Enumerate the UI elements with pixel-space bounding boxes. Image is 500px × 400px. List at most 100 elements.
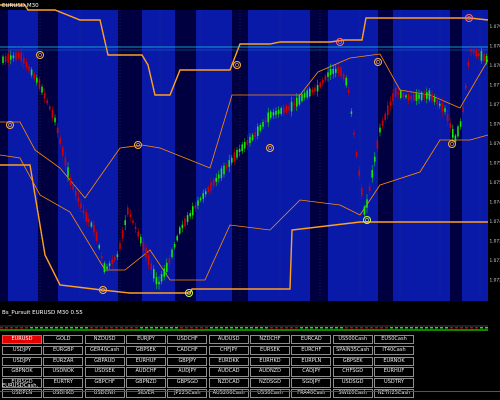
symbol-button-eurtry[interactable]: EURTRY (43, 378, 84, 388)
symbol-button-eursek[interactable]: EURSEK (250, 345, 290, 356)
symbol-button-sgdjpy[interactable]: SGDJPY (291, 378, 332, 388)
strip-dash (350, 327, 353, 329)
symbol-button-audjpy[interactable]: AUDJPY (167, 367, 208, 377)
symbol-button-eu50cash[interactable]: EU50Cash (374, 335, 414, 345)
strip-dash (465, 327, 468, 329)
symbol-button-nzdchf[interactable]: NZDCHF (250, 335, 290, 345)
symbol-button-eurdkk[interactable]: EURDKK (208, 356, 249, 366)
symbol-button-nzdsgd[interactable]: NZDSGD (250, 378, 290, 388)
symbol-button-eurnok[interactable]: EURNOK (374, 356, 414, 366)
symbol-button-usdjpy[interactable]: USDJPY (2, 356, 42, 366)
symbol-button-eurcad[interactable]: EURCAD (291, 335, 332, 345)
candle-body (119, 243, 121, 249)
symbol-button-eurhuf[interactable]: EURHUF (126, 356, 166, 366)
candle-body (186, 215, 189, 222)
strip-dash (245, 327, 248, 329)
candle-body (428, 90, 431, 100)
symbol-button-audusd[interactable]: AUDUSD (208, 335, 249, 345)
candle-body (7, 53, 9, 63)
candle-body (246, 140, 249, 146)
candle-body (426, 92, 428, 99)
symbol-button-eurusd[interactable]: EURUSD (2, 335, 42, 345)
candle-body (262, 121, 264, 127)
price-label: 1.0740 (490, 219, 500, 225)
strip-dash (420, 327, 423, 329)
candle-body (436, 99, 438, 105)
candle-body (353, 132, 355, 135)
symbol-button-gbpsek[interactable]: GBPSEK (126, 345, 166, 356)
candle-body (25, 61, 28, 68)
zone-rect (310, 10, 328, 301)
symbol-button-nzdusd[interactable]: NZDUSD (84, 335, 125, 345)
candle-body (303, 92, 306, 98)
strip-dash (375, 327, 378, 329)
candle-body (478, 53, 480, 56)
symbol-button-audcad[interactable]: AUDCAD (208, 367, 249, 377)
candle-body (264, 119, 267, 123)
candle-body (199, 198, 202, 201)
strip-dash (235, 327, 238, 329)
candle-body (212, 179, 215, 187)
strip-dash (410, 327, 413, 329)
strip-dash (165, 327, 168, 329)
symbol-button-gbpchf[interactable]: GBPCHF (84, 378, 125, 388)
candle-body (275, 110, 277, 115)
strip-dash (35, 327, 38, 329)
price-label: 1.0765 (490, 122, 500, 128)
candle-body (231, 157, 233, 163)
symbol-button-gbpnzd[interactable]: GBPNZD (126, 378, 166, 388)
strip-dash (175, 327, 178, 329)
candle-body (335, 68, 337, 73)
candle-body (225, 164, 228, 169)
symbol-button-usdnok[interactable]: USDNOK (43, 367, 84, 377)
symbol-button-chfjpy[interactable]: CHFJPY (208, 345, 249, 356)
symbol-button-cadjpy[interactable]: CADJPY (291, 367, 332, 377)
price-chart[interactable]: 1.0790 1.0785 1.0780 1.0775 1.0770 1.0765 1.07… (0, 0, 500, 304)
strip-dash (15, 327, 18, 329)
symbol-button-nzdcad[interactable]: NZDCAD (208, 378, 249, 388)
symbol-button-usdchf[interactable]: USDCHF (167, 335, 208, 345)
symbol-button-usdtry[interactable]: USDTRY (374, 378, 414, 388)
symbol-button-gbpsgd[interactable]: GBPSGD (167, 378, 208, 388)
candle-body (316, 85, 319, 92)
candle-body (290, 101, 293, 112)
symbol-button-cadchf[interactable]: CADCHF (167, 345, 208, 356)
symbol-button-us500cash[interactable]: US500Cash (332, 335, 373, 345)
symbol-button-ger40cash[interactable]: GER40Cash (84, 345, 125, 356)
symbol-button-gbpjpy[interactable]: GBPJPY (167, 356, 208, 366)
symbol-button-chfsgd[interactable]: CHFSGD (332, 367, 373, 377)
symbol-button-eurhkd[interactable]: EURHKD (250, 356, 290, 366)
symbol-button-usdsek[interactable]: USDSEK (84, 367, 125, 377)
symbol-button-eurpln[interactable]: EURPLN (291, 356, 332, 366)
symbol-button-spain35cash[interactable]: SPAIN35Cash (332, 345, 373, 356)
symbol-button-gbpnok[interactable]: GBPNOK (2, 367, 42, 377)
candle-body (389, 101, 392, 106)
symbol-button-eurgbp[interactable]: EURGBP (43, 345, 84, 356)
candle-body (220, 168, 223, 179)
symbol-button-gbpaud[interactable]: GBPAUD (84, 356, 125, 366)
strip-dash (115, 327, 118, 329)
candle-body (449, 123, 451, 128)
candle-body (384, 113, 386, 120)
symbol-button-usdsgd[interactable]: USDSGD (332, 378, 373, 388)
symbol-button-eurhuf[interactable]: EURHUF (374, 367, 414, 377)
symbol-button-eurzar[interactable]: EURZAR (43, 356, 84, 366)
symbol-button-gbpsek[interactable]: GBPSEK (332, 356, 373, 366)
strip-dash (70, 327, 73, 329)
symbol-button-usdjpy[interactable]: USDJPY (2, 345, 42, 356)
price-label: 1.0735 (490, 239, 500, 245)
symbol-button-it40cash[interactable]: IT40Cash (374, 345, 414, 356)
strip-dash (295, 327, 298, 329)
strip-dash (45, 327, 48, 329)
strip-dash (210, 327, 213, 329)
symbol-button-audnzd[interactable]: AUDNZD (250, 367, 290, 377)
symbol-button-gold[interactable]: GOLD (43, 335, 84, 345)
symbol-button-eurchf[interactable]: EURCHF (291, 345, 332, 356)
candle-body (163, 268, 165, 277)
candle-body (38, 79, 41, 89)
symbol-button-audchf[interactable]: AUDCHF (126, 367, 166, 377)
strip-dash (485, 327, 488, 329)
strip-dash (185, 327, 188, 329)
candle-body (327, 72, 329, 77)
symbol-button-eurjpy[interactable]: EURJPY (126, 335, 166, 345)
